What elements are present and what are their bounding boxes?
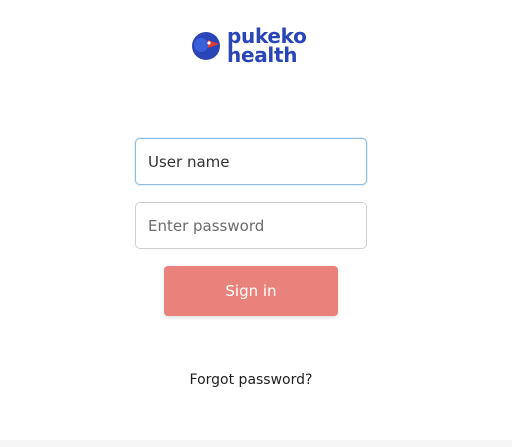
password-field[interactable] <box>135 202 367 249</box>
brand-logo: pukeko health <box>191 26 307 66</box>
sign-in-button[interactable]: Sign in <box>164 266 338 316</box>
pukeko-bird-logo-icon <box>191 31 221 61</box>
username-input[interactable] <box>136 139 366 184</box>
login-page: pukeko health Sign in Forgot password? <box>0 0 512 447</box>
username-field[interactable] <box>135 138 367 185</box>
brand-wordmark: pukeko health <box>227 26 307 67</box>
brand-line-2: health <box>227 43 298 67</box>
bottom-divider <box>0 440 512 447</box>
forgot-password-link[interactable]: Forgot password? <box>0 372 502 388</box>
password-input[interactable] <box>136 203 366 248</box>
